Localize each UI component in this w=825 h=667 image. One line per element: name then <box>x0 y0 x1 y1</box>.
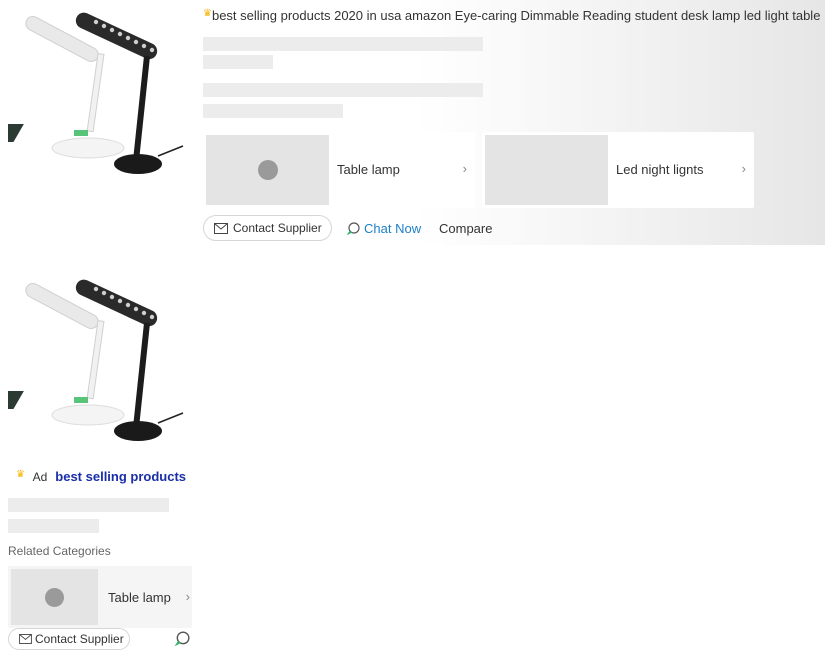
chat-now-label: Chat Now <box>364 221 422 236</box>
chat-now-link[interactable] <box>174 631 190 651</box>
category-thumbnail <box>11 569 98 625</box>
desk-lamp-image <box>0 279 184 441</box>
contact-supplier-button[interactable]: Contact Supplier <box>8 628 130 650</box>
chevron-right-icon: › <box>741 161 746 176</box>
product-title[interactable]: ♛best selling products 2020 in usa amazo… <box>203 8 820 23</box>
compare-link[interactable]: Compare <box>439 221 492 236</box>
product-image[interactable] <box>0 272 188 454</box>
contact-supplier-label: Contact Supplier <box>35 632 124 646</box>
mail-icon <box>19 634 32 644</box>
category-card[interactable]: Led night lignts › <box>482 132 754 208</box>
skeleton-line <box>8 519 99 533</box>
category-card[interactable]: Table lamp › <box>8 566 192 628</box>
chevron-right-icon: › <box>185 589 190 604</box>
category-card[interactable]: Table lamp › <box>203 132 475 208</box>
desk-lamp-image <box>0 12 184 174</box>
placeholder-dot <box>45 588 64 607</box>
skeleton-line <box>8 498 169 512</box>
chat-icon <box>347 222 360 235</box>
chat-icon <box>174 631 190 647</box>
mail-icon <box>214 222 228 234</box>
product-image[interactable] <box>0 6 188 186</box>
crown-icon: ♛ <box>203 8 212 19</box>
placeholder-dot <box>258 160 278 180</box>
ad-badge: Ad <box>28 470 52 484</box>
category-label: Table lamp <box>108 590 171 605</box>
contact-supplier-label: Contact Supplier <box>233 221 322 235</box>
category-label: Led night lignts <box>616 162 704 177</box>
chevron-right-icon: › <box>462 161 467 176</box>
skeleton-line <box>203 104 343 118</box>
skeleton-line <box>203 37 483 51</box>
product-card-1: ♛best selling products 2020 in usa amazo… <box>0 0 825 245</box>
category-thumbnail <box>485 135 608 205</box>
skeleton-line <box>203 55 273 69</box>
related-categories-heading: Related Categories <box>8 544 111 558</box>
crown-icon: ♛ <box>16 469 25 480</box>
category-label: Table lamp <box>337 162 400 177</box>
contact-supplier-button[interactable]: Contact Supplier <box>203 215 332 241</box>
ad-product-title[interactable]: ♛ Ad best selling products <box>16 469 186 484</box>
category-thumbnail <box>206 135 329 205</box>
skeleton-line <box>203 83 483 97</box>
ad-title-link[interactable]: best selling products <box>55 469 186 484</box>
chat-now-link[interactable]: Chat Now <box>347 221 421 236</box>
